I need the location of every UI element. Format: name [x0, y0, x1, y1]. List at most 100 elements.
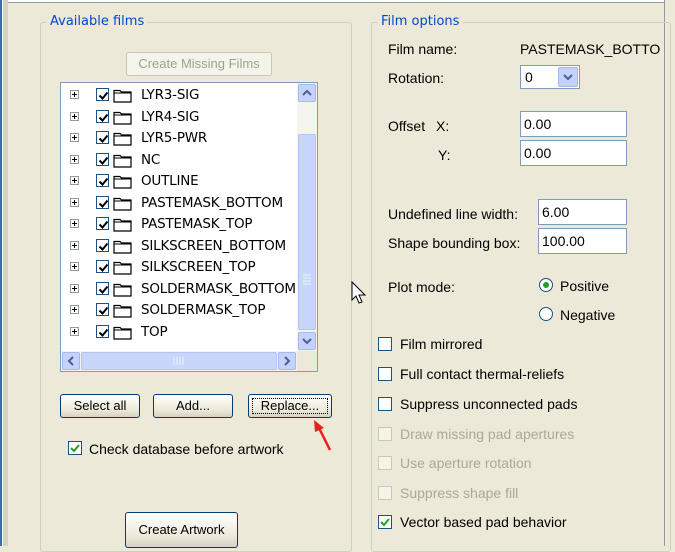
undefined-line-width-input[interactable]: 6.00: [538, 199, 627, 225]
film-option-label: Draw missing pad apertures: [400, 426, 575, 442]
expand-icon[interactable]: [70, 112, 79, 121]
offset-x-input[interactable]: 0.00: [520, 111, 627, 137]
offset-x-label: X:: [436, 118, 450, 134]
folder-icon: [113, 260, 133, 275]
horizontal-scroll-thumb[interactable]: [81, 352, 277, 370]
film-checkbox[interactable]: [96, 196, 109, 209]
rotation-select[interactable]: 0: [520, 65, 580, 89]
vertical-scrollbar[interactable]: [297, 83, 317, 351]
positive-radio[interactable]: [539, 278, 553, 292]
select-all-button[interactable]: Select all: [60, 394, 140, 418]
tree-row[interactable]: LYR4-SIG: [61, 106, 297, 128]
rotation-label: Rotation:: [388, 70, 445, 86]
expand-icon[interactable]: [70, 219, 79, 228]
positive-label: Positive: [560, 278, 610, 294]
film-name: SOLDERMASK_BOTTOM: [141, 281, 296, 297]
expand-icon[interactable]: [70, 284, 79, 293]
film-checkbox[interactable]: [96, 131, 109, 144]
films-tree[interactable]: LYR3-SIG LYR4-SIG LYR5-PWR NC OUTLINE PASTEMA…: [60, 82, 318, 372]
offset-y-input[interactable]: 0.00: [520, 140, 627, 166]
add-button[interactable]: Add...: [153, 394, 233, 418]
negative-label: Negative: [560, 307, 616, 323]
tree-row[interactable]: SOLDERMASK_TOP: [61, 299, 297, 321]
expand-icon[interactable]: [70, 327, 79, 336]
film-checkbox[interactable]: [96, 325, 109, 338]
film-options-title: Film options: [378, 14, 463, 30]
scroll-right-button[interactable]: [278, 352, 296, 370]
folder-icon: [113, 174, 133, 189]
tree-row[interactable]: SOLDERMASK_BOTTOM: [61, 278, 297, 300]
expand-icon[interactable]: [70, 176, 79, 185]
tree-row[interactable]: SILKSCREEN_BOTTOM: [61, 235, 297, 257]
folder-icon: [113, 88, 133, 103]
plot-mode-label: Plot mode:: [388, 279, 455, 295]
folder-icon: [113, 196, 133, 211]
checkmark-icon: [70, 444, 80, 453]
film-checkbox[interactable]: [96, 153, 109, 166]
create-artwork-button[interactable]: Create Artwork: [125, 512, 238, 548]
film-option-label: Suppress shape fill: [400, 485, 519, 501]
expand-icon[interactable]: [70, 305, 79, 314]
film-checkbox[interactable]: [96, 174, 109, 187]
scroll-down-button[interactable]: [298, 332, 316, 350]
checkmark-icon: [98, 285, 109, 294]
film-checkbox[interactable]: [96, 110, 109, 123]
tree-row[interactable]: PASTEMASK_TOP: [61, 213, 297, 235]
tree-row[interactable]: LYR5-PWR: [61, 127, 297, 149]
folder-icon: [113, 239, 133, 254]
negative-radio[interactable]: [539, 307, 553, 321]
checkmark-icon: [98, 328, 109, 337]
film-option-label: Vector based pad behavior: [400, 514, 567, 530]
film-name: LYR5-PWR: [141, 130, 208, 146]
annotation-arrow-icon: [314, 420, 332, 451]
folder-icon: [113, 153, 133, 168]
tree-row[interactable]: LYR3-SIG: [61, 84, 297, 106]
film-option-label: Full contact thermal-reliefs: [400, 366, 565, 382]
scroll-up-button[interactable]: [298, 84, 316, 102]
film-name-label: Film name:: [388, 41, 458, 57]
expand-icon[interactable]: [70, 241, 79, 250]
film-option-checkbox[interactable]: [378, 337, 392, 351]
scroll-corner: [297, 351, 317, 371]
chevron-left-icon: [67, 356, 74, 366]
create-missing-films-button[interactable]: Create Missing Films: [126, 52, 272, 76]
expand-icon[interactable]: [70, 262, 79, 271]
tree-row[interactable]: TOP: [61, 321, 297, 343]
expand-icon[interactable]: [70, 90, 79, 99]
film-option-label: Suppress unconnected pads: [400, 396, 578, 412]
expand-icon[interactable]: [70, 133, 79, 142]
film-checkbox[interactable]: [96, 239, 109, 252]
checkmark-icon: [98, 306, 109, 315]
vertical-scroll-thumb[interactable]: [298, 134, 316, 330]
film-checkbox[interactable]: [96, 217, 109, 230]
checkmark-icon: [98, 263, 109, 272]
tree-row[interactable]: OUTLINE: [61, 170, 297, 192]
folder-icon: [113, 217, 133, 232]
film-checkbox[interactable]: [96, 282, 109, 295]
checkmark-icon: [98, 177, 109, 186]
film-option-label: Film mirrored: [400, 336, 483, 352]
check-database-checkbox[interactable]: [68, 441, 82, 455]
tree-row[interactable]: SILKSCREEN_TOP: [61, 256, 297, 278]
film-checkbox[interactable]: [96, 260, 109, 273]
horizontal-scrollbar[interactable]: [61, 351, 297, 371]
film-option-checkbox[interactable]: [378, 397, 392, 411]
film-option-checkbox[interactable]: [378, 367, 392, 381]
film-option-checkbox: [378, 486, 392, 500]
tree-row[interactable]: NC: [61, 149, 297, 171]
expand-icon[interactable]: [70, 155, 79, 164]
tab-top-border: [8, 0, 675, 3]
tree-row[interactable]: PASTEMASK_BOTTOM: [61, 192, 297, 214]
folder-icon: [113, 303, 133, 318]
replace-button[interactable]: Replace...: [248, 394, 332, 418]
shape-bounding-box-input[interactable]: 100.00: [538, 228, 627, 254]
expand-icon[interactable]: [70, 198, 79, 207]
scroll-left-button[interactable]: [62, 352, 80, 370]
undefined-line-width-label: Undefined line width:: [388, 206, 518, 222]
checkmark-icon: [380, 518, 390, 527]
film-option-checkbox[interactable]: [378, 515, 392, 529]
rotation-dropdown-button[interactable]: [558, 67, 578, 87]
film-checkbox[interactable]: [96, 303, 109, 316]
film-checkbox[interactable]: [96, 88, 109, 101]
film-name: SILKSCREEN_BOTTOM: [141, 238, 286, 254]
